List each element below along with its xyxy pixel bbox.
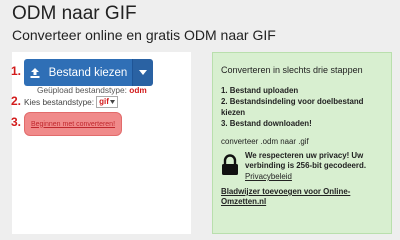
start-convert-button[interactable]: Beginnen met converteren!	[24, 112, 122, 136]
info-steps-list: 1. Bestand uploaden 2. Bestandsindeling …	[221, 85, 387, 129]
upload-icon	[30, 67, 40, 78]
privacy-notice: We respecteren uw privacy! Uw verbinding…	[221, 151, 387, 184]
lock-icon	[222, 154, 238, 175]
page-subtitle: Converteer online en gratis ODM naar GIF	[12, 27, 276, 43]
chevron-down-icon	[109, 100, 115, 104]
uploaded-type-label: Geüpload bestandstype:	[37, 85, 127, 95]
info-step: 2. Bestandsindeling voor doelbestand kie…	[221, 97, 364, 117]
info-step: 3. Bestand downloaden!	[221, 119, 312, 128]
converter-panel: 1. Bestand kiezen Geüpload bestandstype:…	[11, 52, 191, 234]
step-number-2: 2.	[11, 94, 22, 108]
target-type-label: Kies bestandstype:	[24, 97, 95, 107]
uploaded-type-row: Geüpload bestandstype: odm	[37, 85, 147, 95]
page-title: ODM naar GIF	[12, 3, 137, 24]
bookmark-link[interactable]: Bladwijzer toevoegen voor Online-Omzette…	[221, 187, 387, 207]
privacy-text: We respecteren uw privacy! Uw verbinding…	[245, 151, 367, 170]
step-number-1: 1.	[11, 64, 22, 78]
target-type-select[interactable]: gif	[96, 96, 118, 108]
info-step: 1. Bestand uploaden	[221, 86, 299, 95]
choose-file-label: Bestand kiezen	[48, 66, 128, 79]
chevron-down-icon	[139, 70, 147, 75]
info-panel: Converteren in slechts drie stappen 1. B…	[212, 52, 392, 234]
target-type-row: Kies bestandstype: gif	[24, 96, 118, 108]
info-title: Converteren in slechts drie stappen	[221, 65, 363, 75]
upload-options-dropdown[interactable]	[133, 59, 153, 86]
target-type-value: gif	[99, 97, 109, 106]
privacy-policy-link[interactable]: Privacybeleid	[245, 172, 292, 181]
upload-button-group[interactable]: Bestand kiezen	[24, 59, 153, 86]
uploaded-type-value: odm	[129, 85, 147, 95]
conversion-text: converteer .odm naar .gif	[221, 137, 309, 146]
choose-file-button[interactable]: Bestand kiezen	[24, 59, 133, 86]
step-number-3: 3.	[11, 115, 22, 129]
